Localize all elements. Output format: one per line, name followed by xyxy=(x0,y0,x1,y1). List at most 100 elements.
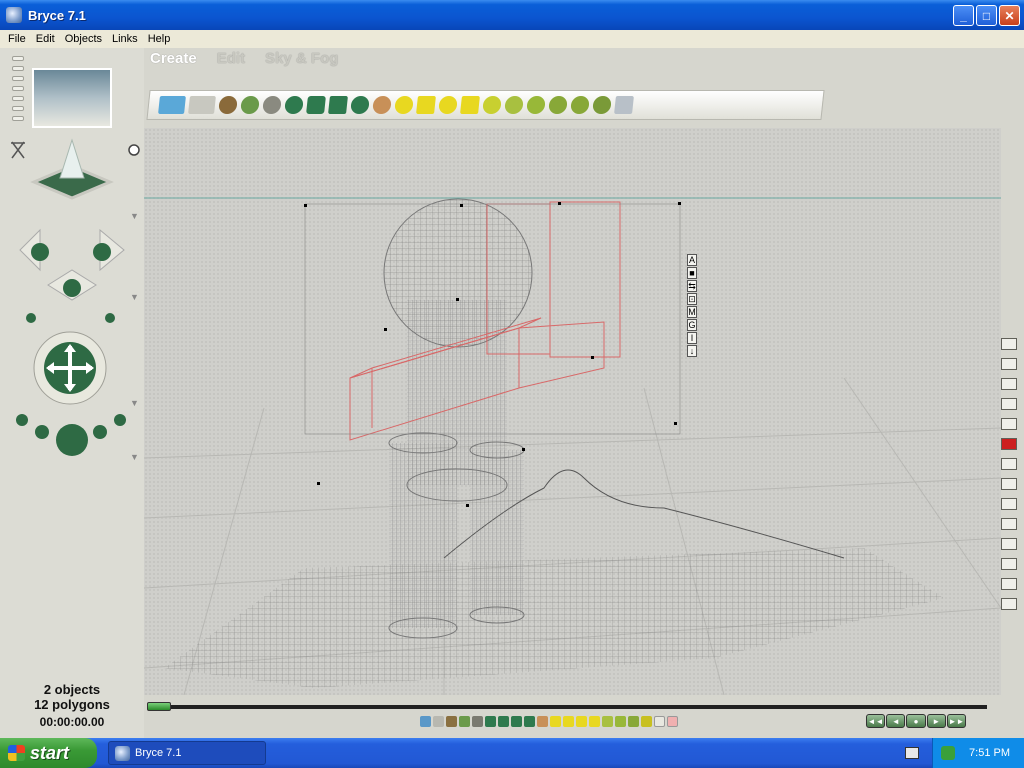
display-mode-icon[interactable] xyxy=(1001,418,1017,430)
maximize-button[interactable]: □ xyxy=(976,5,997,26)
zoom-out-icon[interactable] xyxy=(1001,578,1017,590)
camera-trackball-icon[interactable] xyxy=(19,228,125,301)
polyhedron-icon[interactable] xyxy=(592,96,612,114)
next-frame-button[interactable]: ► xyxy=(926,714,946,728)
camera-pan-orbs[interactable] xyxy=(16,414,126,456)
poly-select-icon[interactable] xyxy=(628,715,639,727)
light-icon[interactable] xyxy=(614,96,634,114)
dropdown-arrow-icon[interactable]: ▼ xyxy=(130,398,139,408)
taskbar-item-bryce[interactable]: Bryce 7.1 xyxy=(108,741,266,765)
group-button[interactable]: G xyxy=(687,319,697,331)
render-options-icon[interactable] xyxy=(128,144,140,156)
tree-select-icon[interactable] xyxy=(459,715,470,727)
pyramid-icon[interactable] xyxy=(350,96,370,114)
eraser-icon[interactable] xyxy=(1001,358,1017,370)
shape-select-icon[interactable] xyxy=(485,715,496,727)
render-stop-icon[interactable] xyxy=(1001,438,1017,450)
ground-select-icon[interactable] xyxy=(433,715,444,727)
water-plane-icon[interactable] xyxy=(158,96,186,114)
brush-icon[interactable] xyxy=(1001,338,1017,350)
water-select-icon[interactable] xyxy=(420,715,431,727)
cone-yellow-icon[interactable] xyxy=(460,96,480,114)
rewind-button[interactable]: ◄◄ xyxy=(866,714,886,728)
figure-icon[interactable] xyxy=(372,96,392,114)
tab-edit[interactable]: Edit xyxy=(217,50,245,67)
shape-select-icon[interactable] xyxy=(524,715,535,727)
network-icon[interactable] xyxy=(941,746,955,760)
camera-select-icon[interactable] xyxy=(654,715,665,727)
shape-select-icon[interactable] xyxy=(498,715,509,727)
tab-sky-fog[interactable]: Sky & Fog xyxy=(265,50,338,67)
small-orb-icon[interactable] xyxy=(26,313,36,323)
light-select-icon[interactable] xyxy=(641,715,652,727)
fast-forward-button[interactable]: ►► xyxy=(946,714,967,728)
dropdown-arrow-icon[interactable]: ▼ xyxy=(130,452,139,462)
director-chair-icon[interactable] xyxy=(11,141,25,159)
menu-links[interactable]: Links xyxy=(107,33,143,45)
view-cube-icon[interactable] xyxy=(30,138,114,200)
minimize-button[interactable]: _ xyxy=(953,5,974,26)
view-tick[interactable] xyxy=(12,116,24,121)
start-button[interactable]: start xyxy=(0,738,97,768)
polyhedron-icon[interactable] xyxy=(548,96,568,114)
view-tick[interactable] xyxy=(12,76,24,81)
edit-info-button[interactable]: I xyxy=(687,332,697,344)
tree-icon[interactable] xyxy=(240,96,260,114)
play-button[interactable]: ● xyxy=(906,714,926,728)
display-mode-icon[interactable] xyxy=(1001,378,1017,390)
cylinder-yellow-icon[interactable] xyxy=(438,96,458,114)
view-tick[interactable] xyxy=(12,66,24,71)
terrain-select-icon[interactable] xyxy=(446,715,457,727)
keyboard-icon[interactable] xyxy=(905,747,919,759)
star-yellow-icon[interactable] xyxy=(482,96,502,114)
menu-objects[interactable]: Objects xyxy=(60,33,107,45)
timeline-scrubber[interactable] xyxy=(147,702,171,711)
prev-frame-button[interactable]: ◄ xyxy=(886,714,906,728)
menu-edit[interactable]: Edit xyxy=(31,33,60,45)
polyhedron-icon[interactable] xyxy=(504,96,524,114)
primitive-select-icon[interactable] xyxy=(576,715,587,727)
poly-select-icon[interactable] xyxy=(615,715,626,727)
sphere-yellow-icon[interactable] xyxy=(394,96,414,114)
figure-select-icon[interactable] xyxy=(537,715,548,727)
polyhedron-icon[interactable] xyxy=(526,96,546,114)
terrain-icon[interactable] xyxy=(218,96,238,114)
menu-file[interactable]: File xyxy=(3,33,31,45)
view-tick[interactable] xyxy=(12,56,24,61)
zoom-in-icon[interactable] xyxy=(1001,558,1017,570)
view-tick[interactable] xyxy=(12,96,24,101)
primitive-select-icon[interactable] xyxy=(563,715,574,727)
timeline-track[interactable] xyxy=(169,705,987,709)
attributes-button[interactable]: A xyxy=(687,254,697,266)
cube-icon[interactable] xyxy=(328,96,348,114)
close-button[interactable]: ✕ xyxy=(999,5,1020,26)
poly-select-icon[interactable] xyxy=(602,715,613,727)
rock-select-icon[interactable] xyxy=(472,715,483,727)
list-icon[interactable] xyxy=(1001,478,1017,490)
small-orb-icon[interactable] xyxy=(105,313,115,323)
ground-plane-icon[interactable] xyxy=(188,96,216,114)
path-select-icon[interactable] xyxy=(667,715,678,727)
primitive-select-icon[interactable] xyxy=(550,715,561,727)
torus-icon[interactable] xyxy=(284,96,304,114)
land-button[interactable]: ↓ xyxy=(687,345,697,357)
material-button[interactable]: M xyxy=(687,306,697,318)
list-icon[interactable] xyxy=(1001,518,1017,530)
menu-help[interactable]: Help xyxy=(143,33,176,45)
polyhedron-icon[interactable] xyxy=(570,96,590,114)
tab-create[interactable]: Create xyxy=(150,50,197,67)
primitive-select-icon[interactable] xyxy=(589,715,600,727)
cylinder-icon[interactable] xyxy=(306,96,326,114)
target-button[interactable]: ⊡ xyxy=(687,293,697,305)
solid-toggle-button[interactable]: ■ xyxy=(687,267,697,279)
shape-select-icon[interactable] xyxy=(511,715,522,727)
camera-rotate-trackball[interactable] xyxy=(33,331,107,405)
dropdown-arrow-icon[interactable]: ▼ xyxy=(130,211,139,221)
list-icon[interactable] xyxy=(1001,458,1017,470)
cube-yellow-icon[interactable] xyxy=(416,96,436,114)
nano-preview[interactable] xyxy=(32,68,112,128)
hand-pan-icon[interactable] xyxy=(1001,598,1017,610)
list-icon[interactable] xyxy=(1001,498,1017,510)
link-button[interactable]: ⇆ xyxy=(687,280,697,292)
dropdown-arrow-icon[interactable]: ▼ xyxy=(130,292,139,302)
